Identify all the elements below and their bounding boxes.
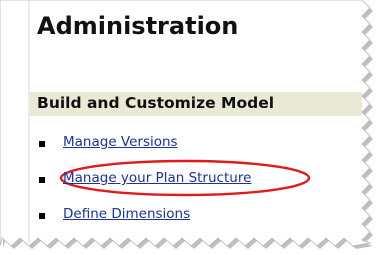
bullet-icon	[39, 141, 45, 147]
page-title: Administration	[37, 12, 239, 40]
screenshot-stage: Administration Build and Customize Model…	[0, 0, 379, 255]
manage-versions-link[interactable]: Manage Versions	[63, 134, 178, 150]
define-dimensions-link[interactable]: Define Dimensions	[63, 206, 190, 222]
panel-content: Administration Build and Customize Model…	[0, 0, 379, 255]
bullet-icon	[39, 213, 45, 219]
manage-plan-structure-link[interactable]: Manage your Plan Structure	[63, 170, 251, 186]
section-title: Build and Customize Model	[37, 94, 275, 112]
bullet-icon	[39, 177, 45, 183]
